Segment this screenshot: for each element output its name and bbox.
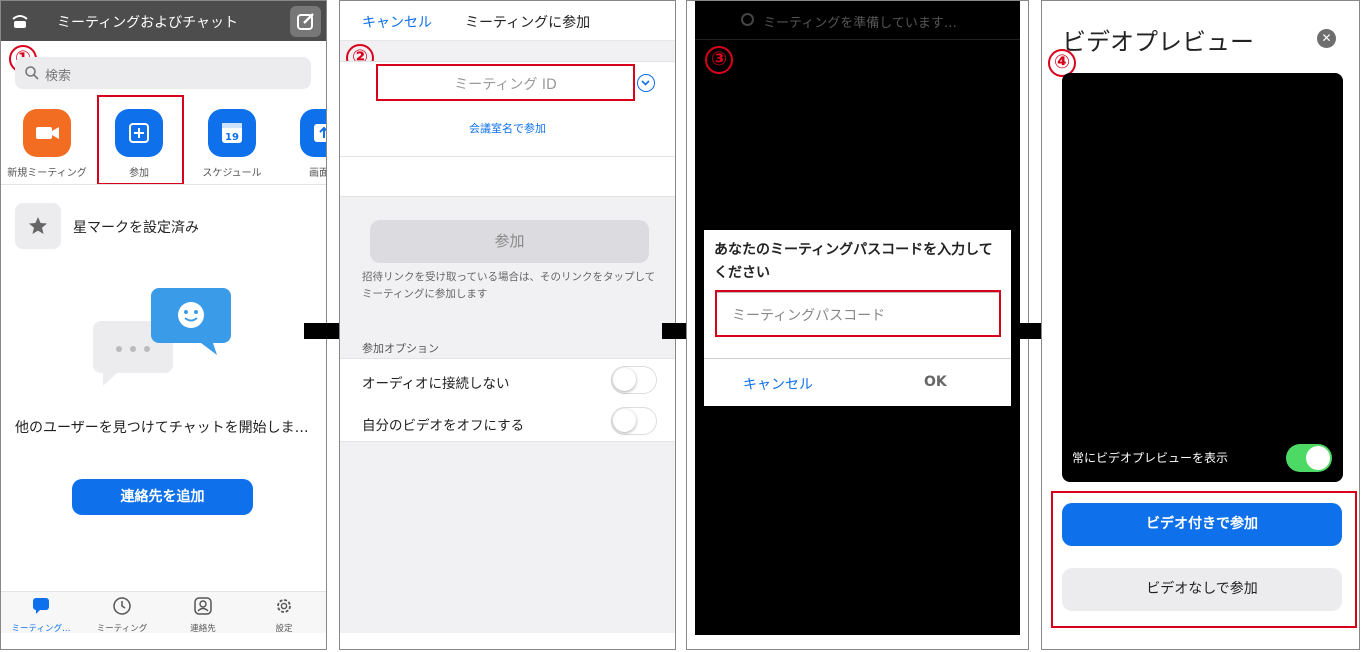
compose-button[interactable] <box>290 6 321 37</box>
calendar-day: 19 <box>225 132 239 143</box>
wifi-icon <box>12 15 28 28</box>
clock-icon <box>113 597 131 615</box>
blank-row <box>340 157 675 197</box>
calendar-icon: 19 <box>208 109 256 157</box>
video-preview-screen: ビデオプレビュー ✕ ④ 常にビデオプレビューを表示 ビデオ付きで参加 ビデオな… <box>1041 0 1360 650</box>
divider <box>1 184 326 185</box>
dialog-ok-button[interactable]: OK <box>924 374 947 390</box>
no-audio-toggle[interactable] <box>611 366 657 394</box>
highlight-meeting-id <box>376 64 635 101</box>
home-screen: ミーティングおよびチャット ① 検索 新規ミーティング 参加 19 <box>0 0 327 650</box>
page-title: ミーティングに参加 <box>465 15 591 31</box>
tab-label: 設定 <box>275 624 293 634</box>
options-list: オーディオに接続しない 自分のビデオをオフにする <box>340 358 675 442</box>
schedule-button[interactable]: 19 スケジュール <box>192 109 272 179</box>
highlight-join <box>97 95 184 185</box>
starred-label: 星マークを設定済み <box>73 220 199 236</box>
share-screen-button[interactable]: 画面の <box>284 109 326 179</box>
step-3-marker: ③ <box>705 46 733 74</box>
preparing-text: ミーティングを準備しています… <box>763 16 957 31</box>
add-contact-button[interactable]: 連絡先を追加 <box>72 479 253 515</box>
page-title: ビデオプレビュー <box>1062 28 1254 56</box>
chat-bubble-icon <box>33 598 49 614</box>
always-show-label: 常にビデオプレビューを表示 <box>1072 451 1229 465</box>
contact-icon <box>194 597 212 615</box>
option-no-audio-label: オーディオに接続しない <box>362 376 510 392</box>
chat-illustration-icon <box>93 288 231 386</box>
gear-icon <box>277 599 291 613</box>
header-bar: ミーティングおよびチャット <box>1 1 326 41</box>
join-by-room-link[interactable]: 会議室名で参加 <box>340 120 675 136</box>
close-icon[interactable]: ✕ <box>1317 29 1336 48</box>
video-camera-icon <box>23 109 71 157</box>
highlight-join-buttons <box>1051 491 1357 628</box>
tab-label: ミーティング <box>96 624 148 634</box>
options-header: 参加オプション <box>362 342 439 355</box>
video-off-toggle[interactable] <box>611 407 657 435</box>
join-meeting-screen: キャンセル ミーティングに参加 ② ミーティング ID 会議室名で参加 参加 招… <box>339 0 676 650</box>
option-video-off-label: 自分のビデオをオフにする <box>362 418 525 434</box>
nav-bar: キャンセル ミーティングに参加 <box>340 1 675 41</box>
tab-settings[interactable]: 設定 <box>244 596 324 634</box>
compose-icon <box>297 13 314 30</box>
search-input[interactable]: 検索 <box>15 57 311 89</box>
schedule-label: スケジュール <box>202 168 262 179</box>
tab-meetings[interactable]: ミーティング <box>82 596 162 634</box>
join-submit-button[interactable]: 参加 <box>370 220 649 263</box>
search-icon <box>25 66 39 80</box>
invite-note: 招待リンクを受け取っている場合は、そのリンクをタップしてミーティングに参加します <box>362 271 656 300</box>
star-icon <box>15 203 61 249</box>
dialog-message: あなたのミーティングパスコードを入力してください <box>714 242 993 281</box>
cancel-button[interactable]: キャンセル <box>362 12 432 32</box>
tab-label: ミーティング… <box>11 624 71 634</box>
header-title: ミーティングおよびチャット <box>57 15 239 31</box>
highlight-passcode <box>715 290 1001 337</box>
always-show-toggle[interactable] <box>1286 444 1332 472</box>
starred-item[interactable]: 星マークを設定済み <box>15 203 199 249</box>
empty-chat-message: 他のユーザーを見つけてチャットを開始しま… <box>15 420 309 436</box>
tab-meetings-chat[interactable]: ミーティング… <box>1 596 81 634</box>
passcode-screen: ミーティングを準備しています… ③ あなたのミーティングパスコードを入力してくだ… <box>686 0 1029 650</box>
video-preview: 常にビデオプレビューを表示 <box>1062 73 1343 482</box>
spinner-icon <box>741 13 754 26</box>
tab-label: 連絡先 <box>190 624 216 634</box>
share-screen-icon <box>300 109 326 157</box>
search-placeholder: 検索 <box>45 69 72 84</box>
new-meeting-button[interactable]: 新規ミーティング <box>7 109 87 179</box>
chevron-down-icon[interactable] <box>637 74 655 92</box>
new-meeting-label: 新規ミーティング <box>7 168 87 179</box>
tab-contacts[interactable]: 連絡先 <box>163 596 243 634</box>
dialog-cancel-button[interactable]: キャンセル <box>743 374 813 394</box>
tab-bar: ミーティング… ミーティング 連絡先 設定 <box>1 591 326 634</box>
share-screen-label: 画面の <box>309 168 326 179</box>
